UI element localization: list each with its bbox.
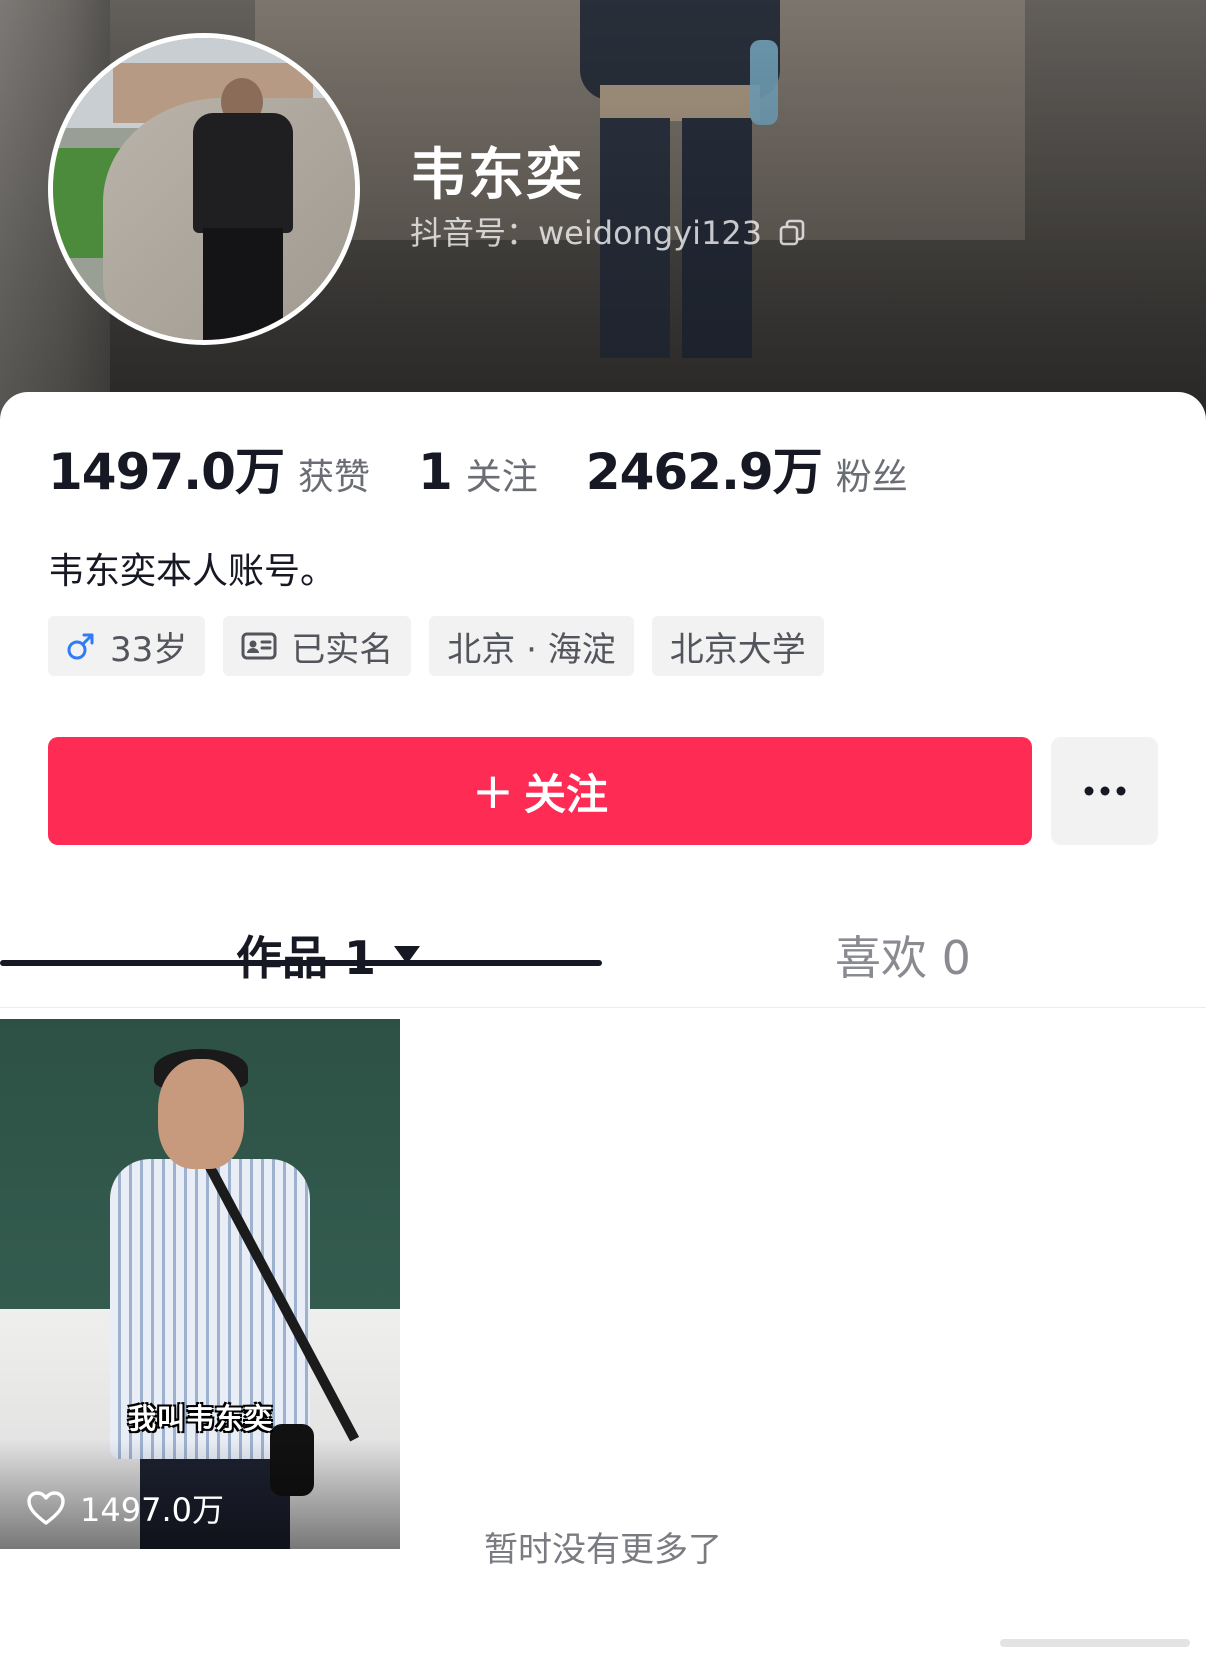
id-card-icon [241,631,277,661]
follow-button[interactable]: + 关注 [48,737,1032,845]
tag-verified-label: 已实名 [291,629,394,670]
tag-school-label: 北京大学 [669,629,806,670]
tab-likes[interactable]: 喜欢 0 [835,902,971,1008]
douyin-id[interactable]: 抖音号：weidongyi123 [410,208,806,254]
stat-likes[interactable]: 1497.0万 获赞 [48,432,370,504]
tag-school[interactable]: 北京大学 [651,616,824,676]
tag-location: 北京 · 海淀 [429,616,634,676]
scroll-indicator [1000,1639,1190,1647]
tags-row: 33岁 已实名 北京 · 海淀 北京大学 [48,616,824,676]
tag-verified[interactable]: 已实名 [223,616,412,676]
heart-icon [27,1491,65,1525]
stat-label: 粉丝 [835,457,908,498]
douyin-id-text: 抖音号：weidongyi123 [410,214,763,252]
stat-following[interactable]: 1 关注 [418,443,538,501]
tag-age-label: 33岁 [110,629,188,670]
stat-label: 关注 [465,457,538,498]
more-dots-icon [1083,782,1127,801]
stat-value: 1 [417,443,453,501]
stat-label: 获赞 [297,457,370,498]
tag-age: 33岁 [48,616,206,676]
stat-followers[interactable]: 2462.9万 粉丝 [586,432,908,504]
stats-row: 1497.0万 获赞 1 关注 2462.9万 粉丝 [48,432,956,504]
bio: 韦东奕本人账号。 [48,551,337,592]
stat-value: 1497.0万 [48,443,285,501]
no-more-text: 暂时没有更多了 [484,1530,722,1570]
male-icon [66,631,96,661]
plus-icon: + [472,762,514,820]
copy-icon[interactable] [778,217,806,246]
stat-value: 2462.9万 [585,443,823,501]
tab-likes-label: 喜欢 0 [835,931,971,985]
profile-card: 1497.0万 获赞 1 关注 2462.9万 粉丝 韦东奕本人账号。 33岁 … [0,392,1206,1654]
content-tabs: 作品 1 喜欢 0 [0,902,1206,1008]
active-tab-underline [0,960,602,966]
video-thumbnail[interactable]: 我叫韦东奕 1497.0万 [0,1019,400,1549]
tab-works-label: 作品 1 [236,931,377,985]
follow-button-label: 关注 [523,769,608,819]
tag-location-label: 北京 · 海淀 [447,629,616,670]
avatar[interactable] [48,33,360,345]
tab-works[interactable]: 作品 1 [236,902,421,1008]
profile-name: 韦东奕 [410,143,584,208]
video-caption: 我叫韦东奕 [128,1402,274,1435]
more-button[interactable] [1051,737,1158,845]
